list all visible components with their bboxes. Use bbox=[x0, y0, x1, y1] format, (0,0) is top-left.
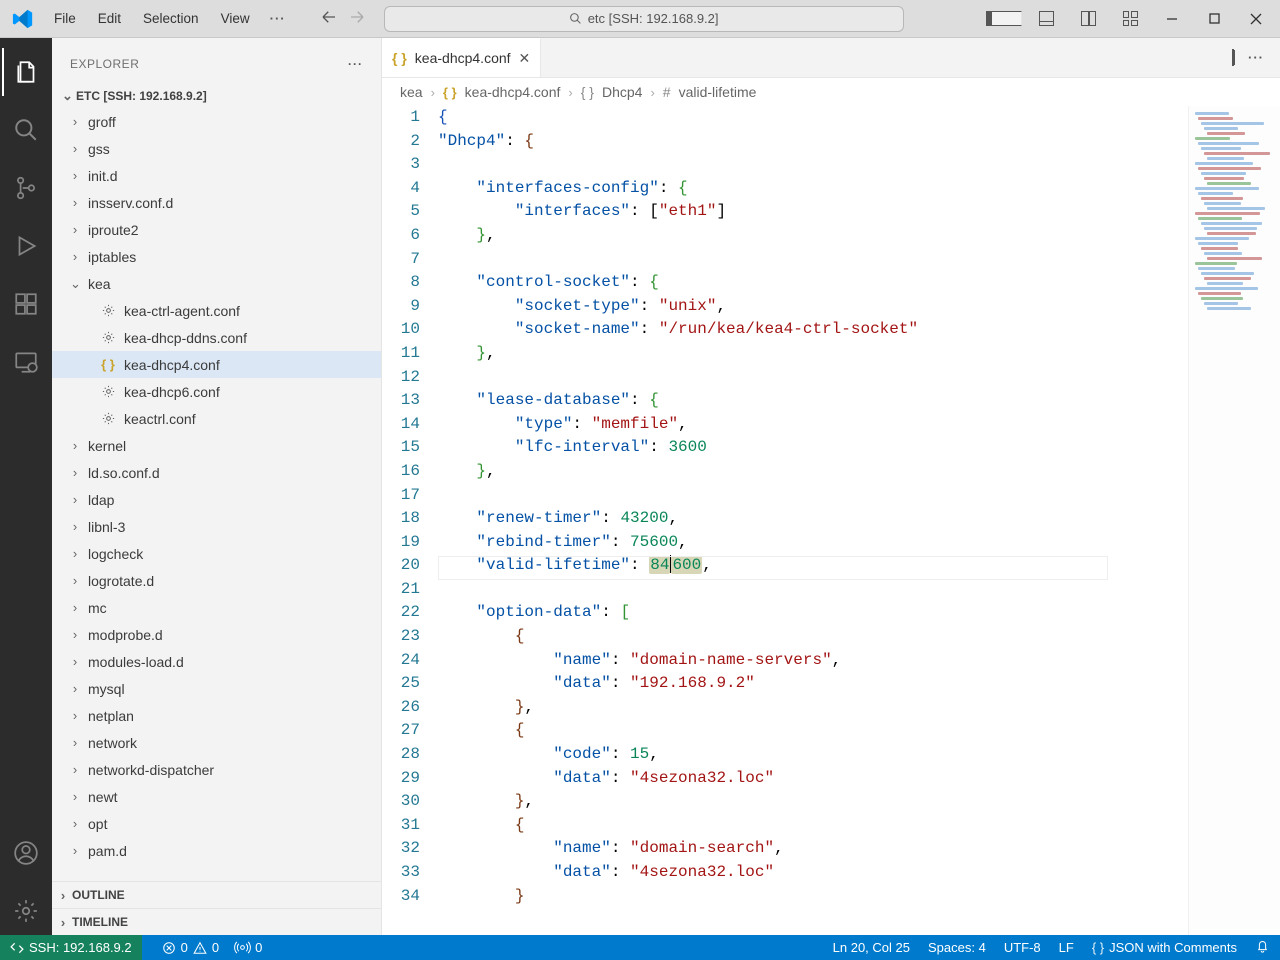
status-problems[interactable]: 0 0 bbox=[162, 940, 219, 955]
workspace-root[interactable]: ⌄ETC [SSH: 192.168.9.2] bbox=[52, 84, 381, 108]
folder-ldap[interactable]: ›ldap bbox=[52, 486, 381, 513]
layout-panel-icon[interactable] bbox=[1028, 6, 1064, 32]
outline-section[interactable]: ›OUTLINE bbox=[52, 881, 381, 908]
activity-search-icon[interactable] bbox=[2, 106, 50, 154]
file-tree[interactable]: ›groff›gss›init.d›insserv.conf.d›iproute… bbox=[52, 108, 381, 881]
status-cursor-position[interactable]: Ln 20, Col 25 bbox=[833, 940, 910, 955]
layout-grid-icon[interactable] bbox=[1112, 6, 1148, 32]
menu-file[interactable]: File bbox=[44, 7, 86, 30]
status-language[interactable]: { }JSON with Comments bbox=[1092, 940, 1237, 955]
file-kea-ctrl-agent.conf[interactable]: kea-ctrl-agent.conf bbox=[52, 297, 381, 324]
breadcrumb[interactable]: kea› { }kea-dhcp4.conf› { }Dhcp4› #valid… bbox=[382, 78, 1280, 106]
layout-split-icon[interactable] bbox=[1070, 6, 1106, 32]
folder-mc[interactable]: ›mc bbox=[52, 594, 381, 621]
command-center-label: etc [SSH: 192.168.9.2] bbox=[588, 11, 719, 26]
activity-explorer-icon[interactable] bbox=[2, 48, 50, 96]
window-close-icon[interactable] bbox=[1238, 6, 1274, 32]
folder-ld.so.conf.d[interactable]: ›ld.so.conf.d bbox=[52, 459, 381, 486]
line-gutter: 1234567891011121314151617181920212223242… bbox=[382, 106, 438, 935]
vscode-logo-icon bbox=[12, 8, 34, 30]
folder-logrotate.d[interactable]: ›logrotate.d bbox=[52, 567, 381, 594]
tab-filename: kea-dhcp4.conf bbox=[415, 50, 511, 66]
folder-iptables[interactable]: ›iptables bbox=[52, 243, 381, 270]
folder-mysql[interactable]: ›mysql bbox=[52, 675, 381, 702]
nav-forward-icon[interactable] bbox=[348, 8, 366, 29]
folder-kernel[interactable]: ›kernel bbox=[52, 432, 381, 459]
sidebar-more-icon[interactable]: ··· bbox=[348, 57, 363, 71]
status-indent[interactable]: Spaces: 4 bbox=[928, 940, 986, 955]
folder-groff[interactable]: ›groff bbox=[52, 108, 381, 135]
menu-bar: File Edit Selection View bbox=[44, 7, 260, 30]
menu-edit[interactable]: Edit bbox=[88, 7, 131, 30]
activity-scm-icon[interactable] bbox=[2, 164, 50, 212]
window-maximize-icon[interactable] bbox=[1196, 6, 1232, 32]
file-kea-dhcp6.conf[interactable]: kea-dhcp6.conf bbox=[52, 378, 381, 405]
timeline-section[interactable]: ›TIMELINE bbox=[52, 908, 381, 935]
menu-selection[interactable]: Selection bbox=[133, 7, 209, 30]
json-file-icon: { } bbox=[100, 357, 116, 373]
folder-pam.d[interactable]: ›pam.d bbox=[52, 837, 381, 864]
activity-extensions-icon[interactable] bbox=[2, 280, 50, 328]
status-eol[interactable]: LF bbox=[1059, 940, 1074, 955]
folder-libnl-3[interactable]: ›libnl-3 bbox=[52, 513, 381, 540]
activity-account-icon[interactable] bbox=[2, 829, 50, 877]
editor-tab[interactable]: { } kea-dhcp4.conf ✕ bbox=[382, 38, 541, 77]
sidebar-explorer: EXPLORER ··· ⌄ETC [SSH: 192.168.9.2] ›gr… bbox=[52, 38, 382, 935]
tab-close-icon[interactable]: ✕ bbox=[519, 50, 531, 67]
text-editor[interactable]: 1234567891011121314151617181920212223242… bbox=[382, 106, 1280, 935]
file-kea-dhcp-ddns.conf[interactable]: kea-dhcp-ddns.conf bbox=[52, 324, 381, 351]
status-bell-icon[interactable] bbox=[1255, 939, 1270, 957]
layout-sidebar-icon[interactable] bbox=[986, 6, 1022, 32]
folder-gss[interactable]: ›gss bbox=[52, 135, 381, 162]
activity-settings-icon[interactable] bbox=[2, 887, 50, 935]
gear-icon bbox=[100, 411, 116, 427]
json-file-icon: { } bbox=[443, 85, 457, 100]
gear-icon bbox=[100, 303, 116, 319]
json-file-icon: { } bbox=[392, 50, 407, 66]
nav-back-icon[interactable] bbox=[320, 8, 338, 29]
menu-overflow-icon[interactable]: ··· bbox=[260, 7, 296, 30]
nav-buttons bbox=[320, 8, 366, 29]
minimap[interactable] bbox=[1188, 106, 1280, 935]
folder-kea[interactable]: ⌄kea bbox=[52, 270, 381, 297]
status-encoding[interactable]: UTF-8 bbox=[1004, 940, 1041, 955]
file-keactrl.conf[interactable]: keactrl.conf bbox=[52, 405, 381, 432]
command-center[interactable]: etc [SSH: 192.168.9.2] bbox=[384, 6, 904, 32]
folder-insserv.conf.d[interactable]: ›insserv.conf.d bbox=[52, 189, 381, 216]
editor-group: { } kea-dhcp4.conf ✕ ··· kea› { }kea-dhc… bbox=[382, 38, 1280, 935]
symbol-number-icon: # bbox=[663, 84, 671, 100]
status-ports[interactable]: 0 bbox=[235, 940, 262, 955]
file-kea-dhcp4.conf[interactable]: { }kea-dhcp4.conf bbox=[52, 351, 381, 378]
activity-remote-icon[interactable] bbox=[2, 338, 50, 386]
folder-logcheck[interactable]: ›logcheck bbox=[52, 540, 381, 567]
folder-init.d[interactable]: ›init.d bbox=[52, 162, 381, 189]
code-content[interactable]: {"Dhcp4": { "interfaces-config": { "inte… bbox=[438, 106, 1188, 935]
activity-debug-icon[interactable] bbox=[2, 222, 50, 270]
status-remote[interactable]: SSH: 192.168.9.2 bbox=[0, 935, 142, 960]
folder-modprobe.d[interactable]: ›modprobe.d bbox=[52, 621, 381, 648]
editor-tab-bar: { } kea-dhcp4.conf ✕ ··· bbox=[382, 38, 1280, 78]
folder-network[interactable]: ›network bbox=[52, 729, 381, 756]
folder-netplan[interactable]: ›netplan bbox=[52, 702, 381, 729]
gear-icon bbox=[100, 330, 116, 346]
window-minimize-icon[interactable] bbox=[1154, 6, 1190, 32]
title-bar: File Edit Selection View ··· etc [SSH: 1… bbox=[0, 0, 1280, 38]
status-bar: SSH: 192.168.9.2 0 0 0 Ln 20, Col 25 Spa… bbox=[0, 935, 1280, 960]
folder-newt[interactable]: ›newt bbox=[52, 783, 381, 810]
folder-networkd-dispatcher[interactable]: ›networkd-dispatcher bbox=[52, 756, 381, 783]
activity-bar bbox=[0, 38, 52, 935]
menu-view[interactable]: View bbox=[211, 7, 260, 30]
split-editor-icon[interactable] bbox=[1232, 50, 1234, 65]
folder-opt[interactable]: ›opt bbox=[52, 810, 381, 837]
gear-icon bbox=[100, 384, 116, 400]
symbol-object-icon: { } bbox=[581, 84, 594, 100]
folder-modules-load.d[interactable]: ›modules-load.d bbox=[52, 648, 381, 675]
folder-iproute2[interactable]: ›iproute2 bbox=[52, 216, 381, 243]
tab-more-icon[interactable]: ··· bbox=[1248, 50, 1264, 65]
sidebar-title: EXPLORER bbox=[70, 57, 139, 71]
